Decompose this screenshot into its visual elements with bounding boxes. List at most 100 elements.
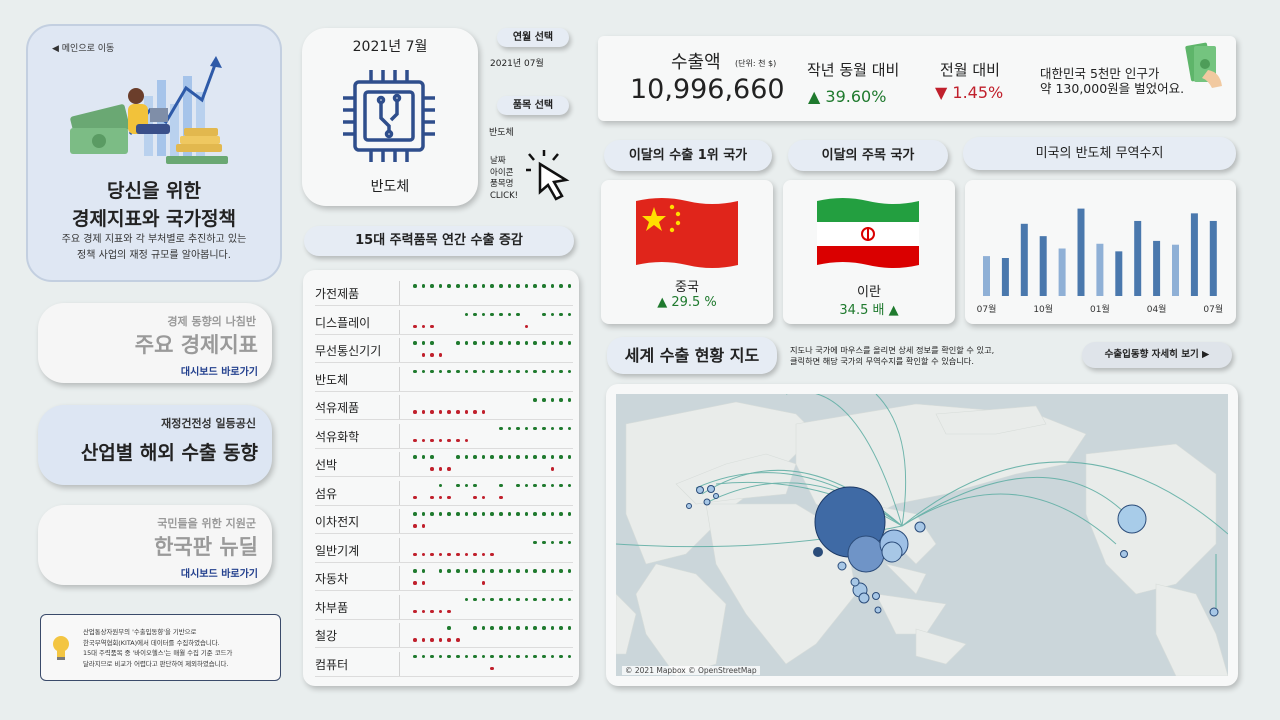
item-row[interactable]: 석유화학 [315, 421, 573, 449]
note-line: 달라지므로 비교가 어렵다고 판단하여 제외하였습니다. [83, 659, 229, 668]
trade-balance-bar[interactable] [1190, 213, 1198, 296]
nav-card-economic-indicators[interactable]: 경제 동향의 나침반 주요 경제지표 대시보드 바로가기 [38, 303, 272, 383]
trade-balance-bar[interactable] [1039, 236, 1047, 296]
increase-dot [542, 569, 546, 573]
trade-balance-bar[interactable] [1209, 220, 1217, 296]
decrease-dot [447, 552, 451, 556]
increase-dot [542, 426, 546, 430]
trade-balance-bar[interactable] [1077, 208, 1085, 296]
item-row[interactable]: 일반기계 [315, 535, 573, 563]
lightbulb-icon [53, 636, 69, 660]
world-export-map-card[interactable]: © 2021 Mapbox © OpenStreetMap [606, 384, 1238, 686]
item-row[interactable]: 디스플레이 [315, 307, 573, 335]
top-country-change: ▲ 29.5 % [657, 295, 717, 310]
increase-dot [524, 426, 529, 430]
increase-dot [464, 569, 469, 573]
trade-balance-bar[interactable] [1153, 240, 1161, 296]
increase-dot [507, 284, 512, 288]
item-select-button[interactable]: 품목 선택 [497, 96, 569, 115]
dashboard-link[interactable]: 대시보드 바로가기 [181, 363, 258, 378]
row-divider [399, 651, 400, 676]
item-row[interactable]: 철강 [315, 620, 573, 648]
increase-dot [499, 369, 503, 373]
increase-dot [490, 341, 494, 345]
top-country-card[interactable]: 중국 ▲ 29.5 % [601, 180, 773, 324]
world-map[interactable] [616, 394, 1228, 676]
item-row-label: 선박 [315, 458, 338, 472]
increase-dot [516, 483, 520, 487]
increase-dot [559, 654, 563, 658]
item-row[interactable]: 가전제품 [315, 278, 573, 306]
increase-dot [499, 569, 503, 573]
increase-dot [507, 512, 512, 516]
note-line: 15대 주력품목 중 '바이오헬스'는 매월 수집 기준 코드가 [83, 649, 233, 657]
decrease-dot [421, 524, 426, 528]
increase-dot [481, 569, 486, 573]
trade-detail-button[interactable]: 수출입동향 자세히 보기 ▶ [1082, 342, 1232, 368]
increase-dot [499, 426, 503, 430]
increase-dot [550, 483, 555, 487]
top-country-button[interactable]: 이달의 수출 1위 국가 [604, 140, 772, 171]
nav-card-title: 한국판 뉴딜 [154, 535, 258, 559]
watch-country-card[interactable]: 이란 34.5 배 ▲ [783, 180, 955, 324]
increase-dot [499, 455, 503, 459]
trade-balance-bar[interactable] [1001, 258, 1009, 296]
trade-balance-bar[interactable] [1172, 244, 1179, 296]
trade-balance-bar[interactable] [1096, 243, 1104, 296]
trade-balance-bar[interactable] [1134, 220, 1142, 296]
increase-dot [464, 341, 469, 345]
item-row[interactable]: 석유제품 [315, 392, 573, 420]
trade-balance-bar[interactable] [1115, 251, 1123, 296]
month-select-button[interactable]: 연월 선택 [497, 28, 569, 47]
item-row[interactable]: 컴퓨터 [315, 649, 573, 677]
watch-country-button[interactable]: 이달의 주목 국가 [788, 140, 948, 171]
us-trade-balance-chart-card[interactable]: 07월 10월 01월 04월 07월 [965, 180, 1236, 324]
item-row[interactable]: 무선통신기기 [315, 335, 573, 363]
us-trade-balance-button[interactable]: 미국의 반도체 무역수지 [963, 137, 1236, 170]
decrease-dot [490, 666, 494, 670]
item-row[interactable]: 섬유 [315, 478, 573, 506]
item-row[interactable]: 이차전지 [315, 506, 573, 534]
decrease-dot [499, 495, 503, 499]
selected-month-title: 2021년 7월 [352, 39, 428, 55]
item-row[interactable]: 반도체 [315, 364, 573, 392]
item-row-label: 철강 [315, 629, 338, 643]
increase-dot [516, 597, 520, 601]
item-row[interactable]: 차부품 [315, 592, 573, 620]
trade-balance-bar[interactable] [1020, 223, 1028, 296]
increase-dot [473, 626, 477, 630]
decrease-dot [456, 638, 460, 642]
increase-dot [490, 512, 494, 516]
trade-balance-bar[interactable] [1058, 248, 1066, 297]
increase-dot [507, 312, 512, 316]
increase-dot [542, 626, 546, 630]
nav-card-industry-exports[interactable]: 재정건전성 일등공신 산업별 해외 수출 동향 [38, 405, 272, 485]
unit-label: (단위: 천 $) [735, 59, 777, 68]
increase-dot [481, 626, 486, 630]
increase-dot [567, 398, 572, 402]
increase-dot [473, 455, 477, 459]
row-divider [399, 452, 400, 476]
increase-dot [507, 569, 512, 573]
money-illustration-icon [70, 56, 228, 164]
nav-card-new-deal[interactable]: 국민들을 위한 지원군 한국판 뉴딜 대시보드 바로가기 [38, 505, 272, 585]
trade-balance-bar[interactable] [983, 256, 990, 296]
x-tick-label: 04월 [1147, 303, 1167, 315]
row-divider [399, 594, 400, 619]
decrease-dot [438, 495, 443, 499]
decrease-dot [481, 552, 486, 556]
dashboard-link[interactable]: 대시보드 바로가기 [181, 565, 258, 580]
increase-dot [550, 369, 555, 373]
decrease-dot [524, 324, 529, 328]
increase-dot [447, 569, 451, 573]
increase-dot [421, 284, 426, 288]
item-row[interactable]: 선박 [315, 449, 573, 477]
increase-dot [473, 654, 477, 658]
increase-dot [524, 569, 529, 573]
item-row[interactable]: 자동차 [315, 563, 573, 591]
item-row-label: 석유화학 [315, 429, 360, 444]
increase-dot [507, 426, 512, 430]
item-row-label: 일반기계 [315, 543, 360, 558]
selected-item-card[interactable]: 2021년 7월 반도체 [302, 28, 478, 206]
increase-dot [456, 512, 460, 516]
